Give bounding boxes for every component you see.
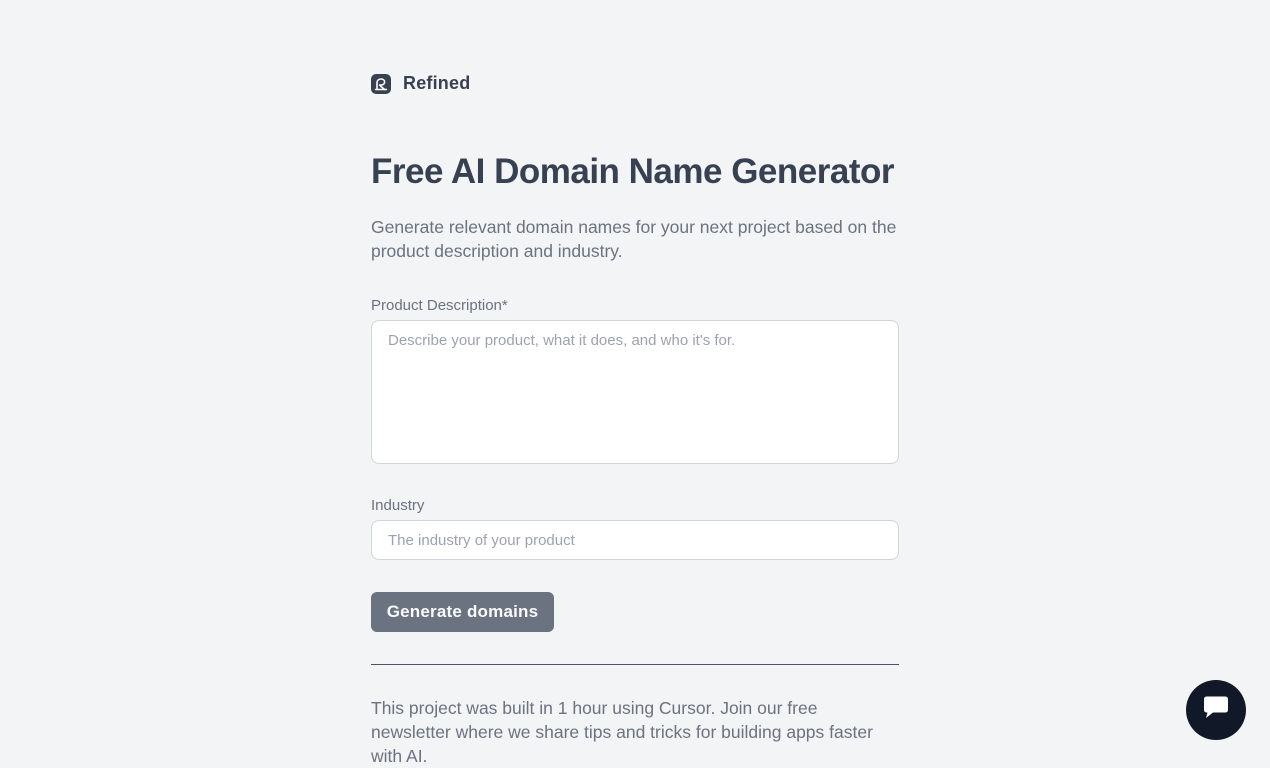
newsletter-text: This project was built in 1 hour using C… (371, 698, 873, 766)
product-description-field[interactable] (371, 320, 899, 464)
chat-launcher-button[interactable] (1186, 680, 1246, 740)
divider (371, 664, 899, 665)
brand[interactable]: Refined (371, 73, 470, 94)
generate-domains-button[interactable]: Generate domains (371, 592, 554, 632)
page-title: Free AI Domain Name Generator (371, 152, 894, 191)
chat-icon (1201, 695, 1231, 726)
page-subtitle: Generate relevant domain names for your … (371, 217, 897, 261)
refined-logo-icon (371, 73, 391, 94)
industry-label: Industry (371, 497, 425, 514)
brand-name: Refined (403, 73, 471, 93)
industry-input[interactable] (371, 520, 899, 560)
product-description-label: Product Description* (371, 297, 508, 314)
